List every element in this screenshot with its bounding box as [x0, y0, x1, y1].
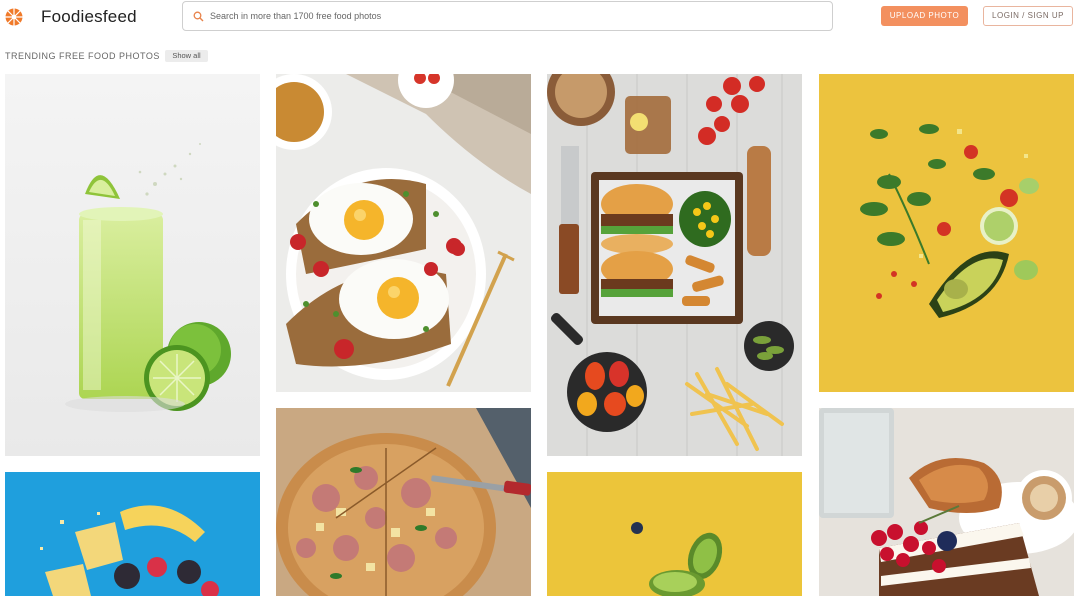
- section-title: TRENDING FREE FOOD PHOTOS: [5, 51, 160, 61]
- login-signup-button[interactable]: LOGIN / SIGN UP: [983, 6, 1073, 26]
- photo-lime-juice[interactable]: [5, 74, 260, 456]
- photo-pizza[interactable]: [276, 408, 531, 596]
- logo-icon[interactable]: [5, 8, 23, 26]
- show-all-button[interactable]: Show all: [165, 50, 208, 62]
- search-icon: [193, 11, 204, 22]
- upload-photo-button[interactable]: UPLOAD PHOTO: [881, 6, 968, 26]
- photo-cake-coffee[interactable]: [819, 408, 1074, 596]
- top-bar: Foodiesfeed UPLOAD PHOTO LOGIN / SIGN UP: [0, 0, 1080, 36]
- photo-avocado-toast[interactable]: [276, 74, 531, 392]
- photo-flying-avocado[interactable]: [819, 74, 1074, 392]
- photo-flying-kiwi[interactable]: [547, 472, 802, 596]
- photo-flying-fruit[interactable]: [5, 472, 260, 596]
- brand-name[interactable]: Foodiesfeed: [41, 7, 137, 27]
- photo-burger-tray[interactable]: [547, 74, 802, 456]
- search-bar[interactable]: [182, 1, 833, 31]
- search-input[interactable]: [210, 2, 810, 30]
